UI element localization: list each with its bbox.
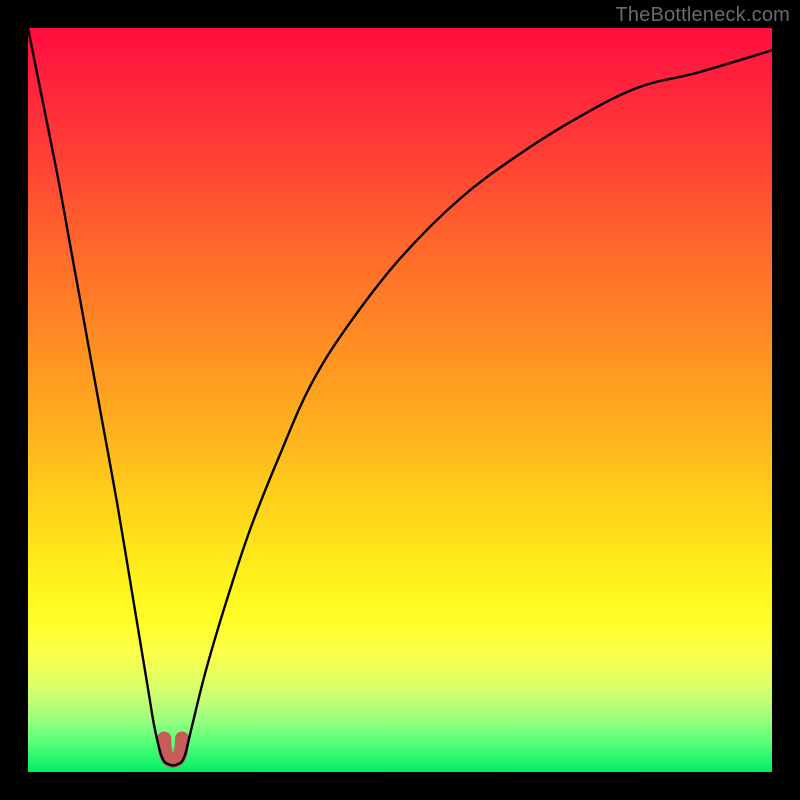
watermark-text: TheBottleneck.com <box>615 4 790 27</box>
chart-frame: TheBottleneck.com <box>0 0 800 800</box>
plot-area <box>28 28 772 772</box>
background-gradient <box>28 28 772 772</box>
